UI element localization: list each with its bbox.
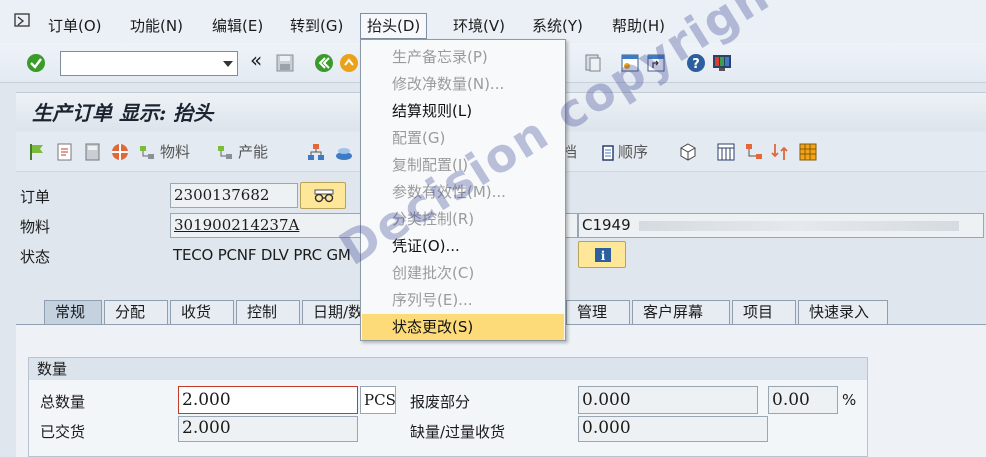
menu-environment[interactable]: 环境(V) (447, 13, 511, 39)
menu-item-status-change[interactable]: 状态更改(S) (362, 314, 564, 340)
info-icon: i (595, 248, 611, 263)
tab-customer-screen[interactable]: 客户屏幕 (632, 300, 730, 324)
header-dropdown-menu: 生产备忘录(P) 修改净数量(N)... 结算规则(L) 配置(G) 复制配置(… (360, 39, 566, 341)
scrap-label: 报废部分 (410, 393, 471, 411)
layout-menu-icon[interactable] (620, 53, 640, 73)
menu-item-serial-numbers[interactable]: 序列号(E)... (362, 287, 564, 313)
status-info-button[interactable]: i (578, 241, 626, 268)
status-label: 状态 (20, 248, 51, 266)
new-session-icon[interactable] (583, 53, 603, 73)
percent-symbol: % (842, 391, 857, 409)
tab-assignment[interactable]: 分配 (104, 300, 168, 324)
grid-icon[interactable] (798, 142, 818, 162)
material-description-value: C1949 (582, 216, 631, 234)
menu-header[interactable]: 抬头(D) (360, 13, 428, 39)
tab-control[interactable]: 控制 (236, 300, 300, 324)
total-quantity-label: 总数量 (40, 393, 86, 411)
customize-layout-icon[interactable] (712, 53, 732, 73)
tab-goods-receipt[interactable]: 收货 (170, 300, 234, 324)
menu-item-change-net-quantity[interactable]: 修改净数量(N)... (362, 71, 564, 97)
menu-item-configuration[interactable]: 配置(G) (362, 125, 564, 151)
tab-general[interactable]: 常规 (44, 300, 102, 324)
network-icon[interactable] (744, 142, 764, 162)
shortage-label: 缺量/过量收货 (410, 423, 506, 441)
capacity-button-label: 产能 (238, 143, 269, 161)
enter-check-icon[interactable] (26, 53, 46, 73)
capacity-icon (218, 145, 232, 159)
material-button-label: 物料 (160, 143, 191, 161)
glasses-icon (314, 189, 334, 203)
help-icon[interactable]: ? (686, 53, 706, 73)
menu-item-production-memo[interactable]: 生产备忘录(P) (362, 44, 564, 70)
page-title: 生产订单 显示: 抬头 (32, 101, 214, 125)
sequence-button[interactable]: 顺序 (600, 141, 648, 163)
exit-icon[interactable] (339, 53, 359, 73)
shortage-quantity-field[interactable]: 0.000 (578, 416, 768, 442)
document-icon[interactable] (56, 142, 74, 162)
svg-text:i: i (601, 249, 606, 263)
menu-edit[interactable]: 编辑(E) (206, 13, 269, 39)
menu-help[interactable]: 帮助(H) (606, 13, 671, 39)
menu-goto[interactable]: 转到(G) (284, 13, 349, 39)
sequence-button-label: 顺序 (618, 143, 649, 161)
material-label: 物料 (20, 218, 51, 236)
delivered-quantity-field[interactable]: 2.000 (178, 416, 358, 442)
tab-dates[interactable]: 日期/数 (302, 300, 366, 324)
blurred-description (639, 220, 960, 231)
menu-function[interactable]: 功能(N) (124, 13, 189, 39)
menu-item-documents[interactable]: 凭证(O)... (362, 233, 564, 259)
table-view-icon[interactable] (716, 142, 736, 162)
menu-item-classification-control[interactable]: 分类控制(R) (362, 206, 564, 232)
shortcut-icon[interactable] (646, 53, 666, 73)
display-glasses-button[interactable] (300, 182, 346, 209)
calculator-icon[interactable] (84, 142, 102, 162)
chevron-down-icon[interactable] (223, 61, 233, 67)
hierarchy-icon[interactable] (306, 142, 326, 162)
menu-item-settlement-rule[interactable]: 结算规则(L) (362, 98, 564, 124)
capacity-button[interactable]: 产能 (216, 141, 268, 163)
quantity-group-title: 数量 (29, 358, 867, 380)
menu-item-create-batch[interactable]: 创建批次(C) (362, 260, 564, 286)
delivered-label: 已交货 (40, 423, 86, 441)
sort-icon[interactable] (770, 142, 790, 162)
tab-project[interactable]: 项目 (732, 300, 796, 324)
stock-icon[interactable] (334, 142, 354, 162)
material-description-field: C1949 (578, 213, 984, 238)
material-button[interactable]: 物料 (138, 141, 190, 163)
flag-icon[interactable] (28, 142, 46, 162)
menu-item-copy-configuration[interactable]: 复制配置(I) (362, 152, 564, 178)
total-quantity-field[interactable]: 2.000 (178, 386, 358, 414)
menu-order[interactable]: 订单(O) (42, 13, 108, 39)
tab-fast-entry[interactable]: 快速录入 (798, 300, 888, 324)
status-value: TECO PCNF DLV PRC GM (173, 246, 351, 264)
menu-bar: 订单(O) 功能(N) 编辑(E) 转到(G) 抬头(D) 环境(V) 系统(Y… (0, 0, 986, 43)
menu-item-parameter-effectivity[interactable]: 参数有效性(M)... (362, 179, 564, 205)
operations-icon[interactable] (110, 142, 130, 162)
tab-administration[interactable]: 管理 (566, 300, 630, 324)
unit-field[interactable]: PCS (360, 386, 396, 414)
scrap-percent-field[interactable]: 0.00 (768, 386, 838, 414)
cube-icon[interactable] (678, 142, 698, 162)
back-arrow-icon[interactable]: « (250, 50, 262, 70)
sequence-icon (602, 144, 614, 161)
menu-system[interactable]: 系统(Y) (526, 13, 589, 39)
order-field[interactable]: 2300137682 (170, 183, 298, 208)
order-label: 订单 (20, 188, 51, 206)
save-icon[interactable] (275, 53, 295, 73)
system-menu-icon[interactable] (14, 13, 30, 27)
svg-text:?: ? (692, 57, 700, 72)
component-tree-icon (140, 145, 154, 159)
command-field[interactable] (60, 51, 238, 76)
scrap-quantity-field[interactable]: 0.000 (578, 386, 758, 414)
back-icon[interactable] (314, 53, 334, 73)
